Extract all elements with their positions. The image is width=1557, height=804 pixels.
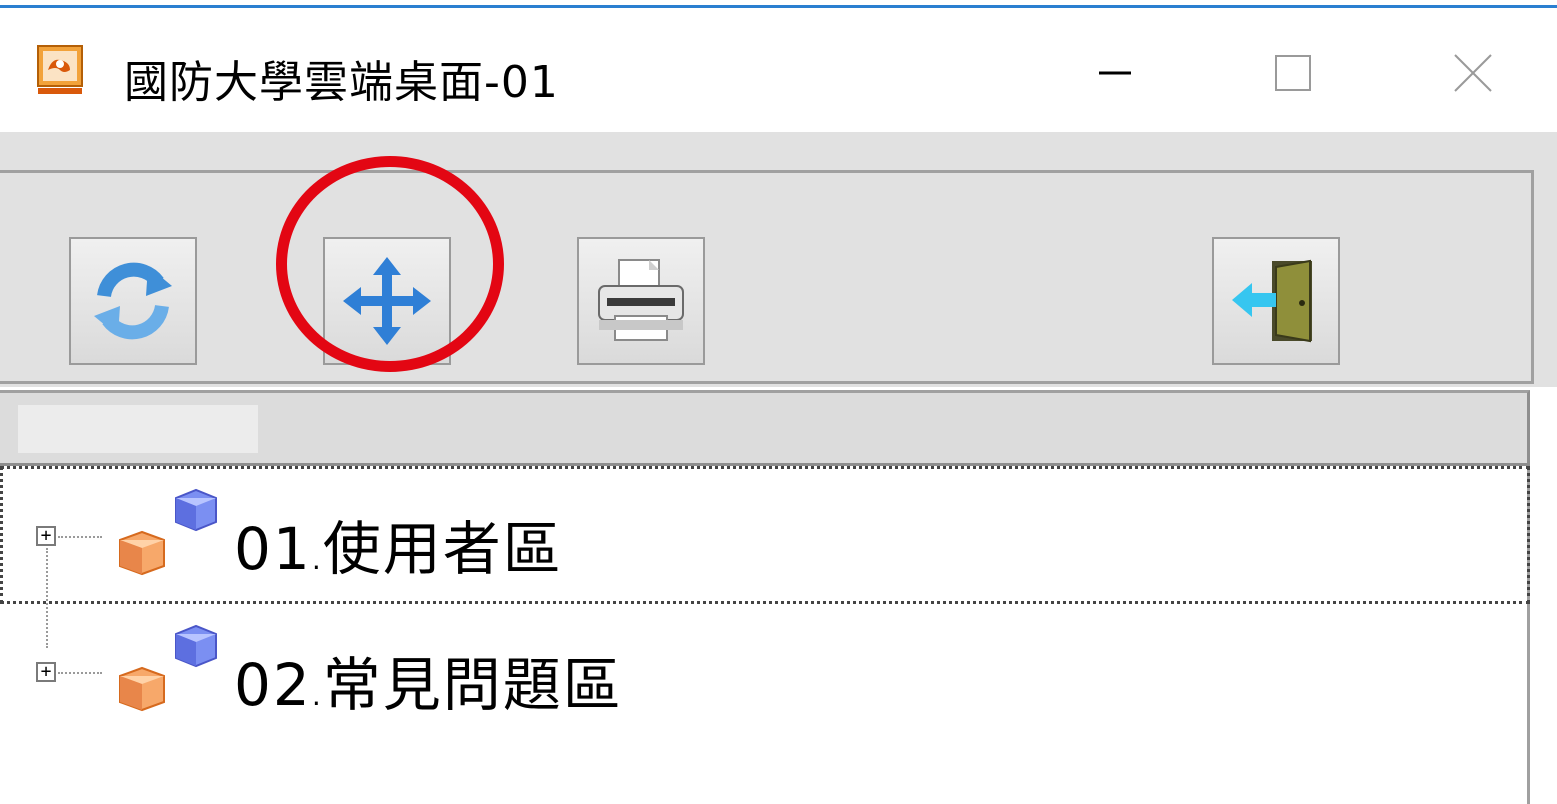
item-title: 使用者區 — [322, 515, 563, 583]
close-icon — [1454, 54, 1492, 92]
maximize-icon — [1275, 55, 1311, 91]
window-title: 國防大學雲端桌面-01 — [124, 57, 559, 108]
move-button[interactable] — [323, 237, 451, 365]
close-button[interactable] — [1428, 38, 1518, 108]
exit-door-icon — [1232, 259, 1312, 343]
tree-vertical-line — [46, 548, 48, 648]
expand-toggle[interactable]: + — [36, 662, 56, 682]
tree-item-users[interactable]: + 01.使用者區 — [0, 466, 1530, 604]
title-bar[interactable]: 國防大學雲端桌面-01 — [0, 8, 1557, 132]
window-top-border — [0, 0, 1557, 8]
item-dot: . — [311, 543, 323, 576]
move-arrows-icon — [343, 257, 431, 345]
folder-cubes-icon — [116, 488, 220, 584]
maximize-button[interactable] — [1248, 38, 1338, 108]
tree-item-label: 02.常見問題區 — [234, 638, 623, 722]
remote-desktop-icon — [36, 44, 84, 96]
exit-button[interactable] — [1212, 237, 1340, 365]
refresh-icon — [94, 262, 172, 340]
minimize-icon — [1099, 71, 1131, 75]
print-button[interactable] — [577, 237, 705, 365]
tree-item-label: 01.使用者區 — [234, 502, 563, 586]
folder-cubes-icon — [116, 624, 220, 720]
item-dot: . — [311, 679, 323, 712]
tree-item-faq[interactable]: + 02.常見問題區 — [0, 604, 1530, 742]
tree-header — [0, 390, 1530, 466]
expand-toggle[interactable]: + — [36, 526, 56, 546]
toolbar — [0, 170, 1534, 384]
printer-icon — [598, 259, 684, 341]
minimize-button[interactable] — [1070, 38, 1160, 108]
header-cell — [18, 405, 258, 453]
item-number: 01 — [234, 515, 312, 583]
tree-branch-line — [58, 536, 102, 538]
tree-view[interactable]: + 01.使用者區 + 02.常見問題區 — [0, 466, 1530, 804]
tree-branch-line — [58, 672, 102, 674]
refresh-button[interactable] — [69, 237, 197, 365]
item-title: 常見問題區 — [322, 651, 623, 719]
toolbar-area — [0, 132, 1557, 387]
item-number: 02 — [234, 651, 312, 719]
